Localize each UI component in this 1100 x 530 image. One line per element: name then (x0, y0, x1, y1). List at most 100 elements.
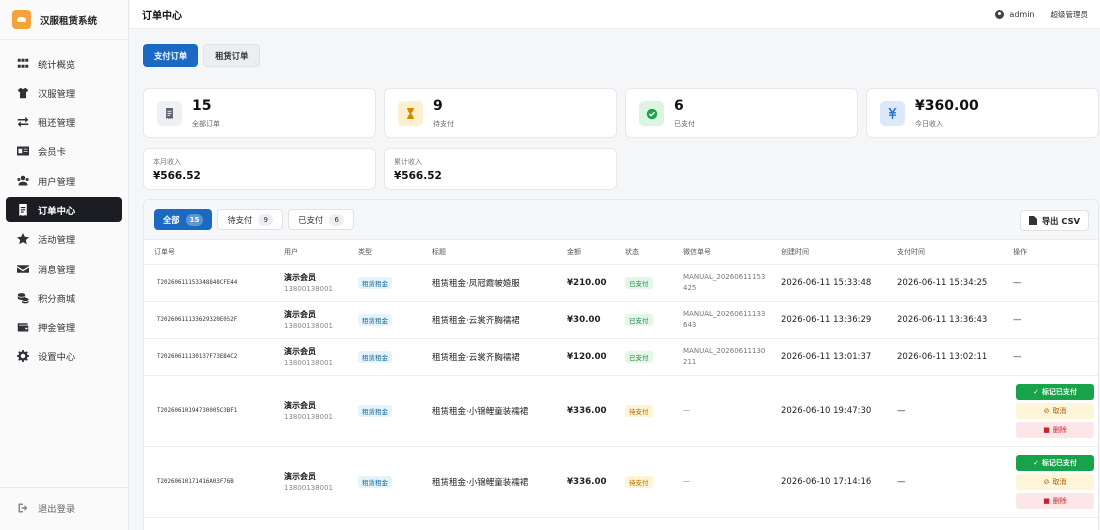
filter-all[interactable]: 全部 15 (154, 209, 213, 230)
sidebar-item-3[interactable]: 会员卡 (6, 139, 122, 164)
column-header: 订单号 (144, 240, 274, 265)
type-cell: 租赁租金 (348, 301, 422, 339)
stat-value: 15 (192, 98, 212, 114)
export-label: 导出 CSV (1041, 215, 1080, 226)
status-badge: 已支付 (625, 313, 653, 326)
no-action: — (1013, 314, 1022, 325)
username: admin (1009, 9, 1035, 19)
app-title: 汉服租赁系统 (40, 15, 98, 27)
user-cell: 演示会员 13800138001 (274, 338, 348, 376)
paid-time: — (887, 375, 1003, 447)
tab-payment-orders[interactable]: 支付订单 (143, 44, 199, 67)
order-amount: ¥336.00 (557, 446, 615, 518)
status-cell: 已支付 (615, 264, 673, 302)
wechat-cell: MANUAL_20260611130 211 (673, 338, 771, 376)
cancel-button[interactable]: ⊘ 取消 (1016, 473, 1094, 490)
user-phone: 13800138001 (284, 322, 333, 330)
type-cell: 租赁租金 (348, 264, 422, 302)
column-header: 操作 (1003, 240, 1098, 265)
paid-time: 2026-06-11 13:02:11 (887, 338, 1003, 376)
sidebar-item-4[interactable]: 用户管理 (6, 168, 122, 193)
export-csv-button[interactable]: 导出 CSV (1019, 210, 1089, 231)
delete-button[interactable]: ■ 删除 (1016, 421, 1094, 438)
status-badge: 待支付 (625, 404, 653, 417)
table-row[interactable]: T20260611130137F73EB4C2 演示会员 13800138001 租赁… (144, 338, 1098, 376)
hourglass-icon (398, 101, 423, 126)
type-cell: 租赁租金 (348, 446, 422, 518)
user-name: 演示会员 (284, 310, 316, 319)
type-cell: 租赁租金 (348, 375, 422, 447)
user-menu[interactable]: admin 超级管理员 (995, 9, 1088, 20)
no-action: — (1013, 277, 1022, 288)
filter-paid[interactable]: 已支付 6 (288, 209, 355, 230)
logout-button[interactable]: 退出登录 (6, 497, 75, 519)
table-row[interactable]: T20260611133629320E052F 演示会员 13800138001 租赁… (144, 301, 1098, 339)
order-title: 租赁租金·凤冠霞帔婚服 (422, 264, 557, 302)
page-title: 订单中心 (142, 10, 182, 22)
filter-label: 待支付 (227, 214, 253, 225)
filter-pending[interactable]: 待支付 9 (217, 209, 284, 230)
order-no: T20260611130137F73EB4C2 (144, 338, 274, 376)
grid-icon (16, 57, 29, 70)
wechat-cell: MANUAL_20260611153 425 (673, 264, 771, 302)
table-row[interactable]: T20260610194730005C3BF1 演示会员 13800138001 租赁… (144, 375, 1098, 447)
stat-label: 待支付 (433, 120, 454, 128)
actions-cell: — (1003, 301, 1098, 339)
actions-cell: — (1003, 264, 1098, 302)
sidebar-item-6[interactable]: 活动管理 (6, 227, 122, 252)
type-badge: 租赁租金 (358, 350, 392, 363)
wechat-order-no: MANUAL_20260611130 211 (683, 346, 771, 368)
sidebar-item-2[interactable]: 租还管理 (6, 110, 122, 135)
sidebar-item-label: 用户管理 (38, 176, 76, 188)
mark-paid-button[interactable]: ✓ 标记已支付 (1016, 383, 1094, 400)
income-card-total: 累计收入 ¥566.52 (384, 148, 617, 190)
wechat-cell: MANUAL_20260611133 643 (673, 301, 771, 339)
user-phone: 13800138001 (284, 413, 333, 421)
type-badge: 租赁租金 (358, 313, 392, 326)
user-cell: 演示会员 13800138001 (274, 301, 348, 339)
sidebar-item-1[interactable]: 汉服管理 (6, 80, 122, 105)
sidebar-item-10[interactable]: 设置中心 (6, 344, 122, 369)
sidebar-item-5[interactable]: 订单中心 (6, 197, 122, 223)
column-header: 类型 (348, 240, 422, 265)
wechat-order-no: MANUAL_20260611153 425 (683, 272, 771, 294)
order-amount: ¥30.00 (557, 301, 615, 339)
action-label: 取消 (1052, 477, 1067, 486)
sidebar-item-label: 押金管理 (38, 323, 76, 335)
user-cell: 演示会员 13800138001 (274, 264, 348, 302)
sidebar-item-7[interactable]: 消息管理 (6, 256, 122, 281)
table-row[interactable]: T20260610171416A03F76B 演示会员 13800138001 租赁租… (144, 446, 1098, 518)
type-cell: 租赁租金 (348, 338, 422, 376)
user-phone: 13800138001 (284, 484, 333, 492)
order-no: T20260611153348848CFE44 (144, 264, 274, 302)
sidebar-item-0[interactable]: 统计概览 (6, 51, 122, 76)
column-header: 状态 (615, 240, 673, 265)
check-icon: ✓ (1033, 387, 1039, 396)
column-header: 支付时间 (887, 240, 1003, 265)
receipt-icon (16, 203, 29, 216)
sidebar-divider (0, 487, 128, 488)
wechat-order-no: — (683, 406, 690, 414)
tab-rental-orders[interactable]: 租赁订单 (203, 44, 261, 67)
user-cell: 演示会员 13800138001 (274, 375, 348, 447)
stat-card: 6 已支付 (625, 88, 858, 138)
stat-value: 6 (674, 98, 684, 114)
row-actions: ✓ 标记已支付 ⊘ 取消 ■ 删除 (1013, 454, 1098, 509)
table-row[interactable]: T20260611153348848CFE44 演示会员 13800138001 租赁… (144, 264, 1098, 302)
created-time: 2026-06-10 19:47:30 (771, 375, 887, 447)
table-header-row: 订单号 用户 类型 标题 金额 状态 微信单号 创建时间 支付时间 操作 (144, 240, 1098, 265)
status-badge: 已支付 (625, 350, 653, 363)
stat-card: 9 待支付 (384, 88, 617, 138)
sidebar-item-9[interactable]: 押金管理 (6, 315, 122, 340)
coins-icon (16, 291, 29, 304)
order-amount: ¥210.00 (557, 264, 615, 302)
status-badge: 待支付 (625, 475, 653, 488)
filter-label: 全部 (163, 214, 180, 225)
order-title: 租赁租金·云裳齐胸襦裙 (422, 301, 557, 339)
cancel-button[interactable]: ⊘ 取消 (1016, 402, 1094, 419)
sidebar-item-8[interactable]: 积分商城 (6, 285, 122, 310)
mark-paid-button[interactable]: ✓ 标记已支付 (1016, 454, 1094, 471)
created-time: 2026-06-11 15:33:48 (771, 264, 887, 302)
delete-button[interactable]: ■ 删除 (1016, 492, 1094, 509)
filter-count: 6 (329, 213, 345, 226)
